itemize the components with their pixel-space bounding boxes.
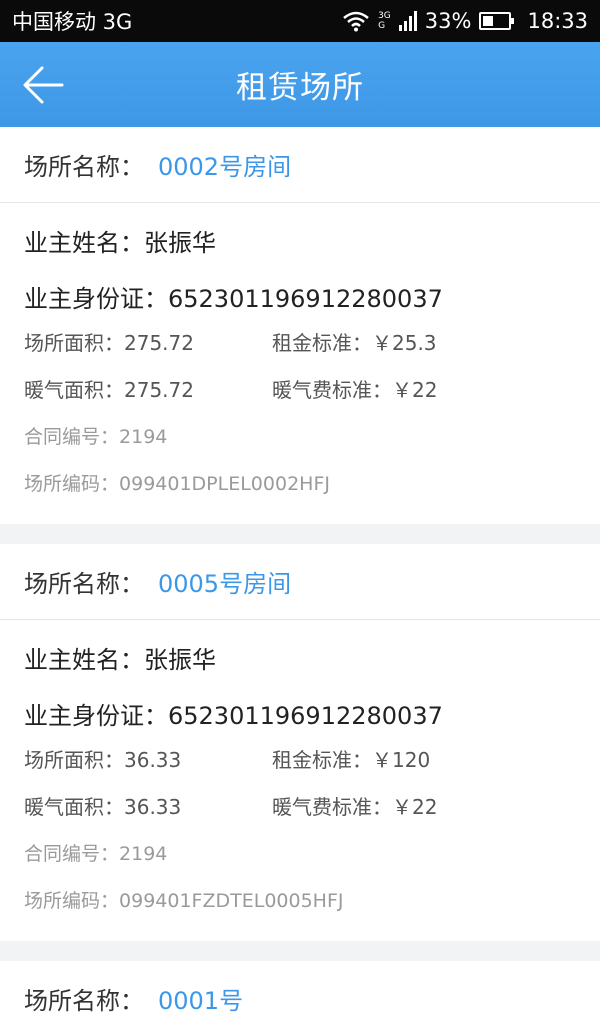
owner-id-value: 652301196912280037: [168, 702, 443, 730]
status-bar: 中国移动 3G 3G G 33% 18:33: [0, 0, 600, 42]
app-bar: 租赁场所: [0, 42, 600, 127]
area-label: 场所面积：: [24, 331, 124, 355]
contract-no-row: 合同编号：2194: [24, 423, 576, 451]
owner-id-value: 652301196912280037: [168, 285, 443, 313]
rental-place-list[interactable]: 场所名称： 0002号房间 业主姓名：张振华 业主身份证：65230119691…: [0, 127, 600, 1022]
card-body: 业主姓名：张振华 业主身份证：652301196912280037 场所面积：2…: [0, 203, 600, 524]
owner-name-value: 张振华: [144, 229, 216, 257]
area-rent-row: 场所面积：275.72 租金标准：￥25.3: [24, 329, 576, 357]
heating-area-field: 暖气面积：275.72: [24, 376, 272, 404]
owner-id-label: 业主身份证：: [24, 285, 168, 313]
card-header: 场所名称： 0005号房间: [0, 544, 600, 620]
heating-fee-value: ￥22: [392, 795, 438, 819]
place-code-value: 099401FZDTEL0005HFJ: [119, 890, 344, 912]
area-field: 场所面积：275.72: [24, 329, 272, 357]
signal-icon: [398, 11, 417, 31]
owner-name-row: 业主姓名：张振华: [24, 227, 576, 259]
owner-id-row: 业主身份证：652301196912280037: [24, 283, 576, 315]
place-code-label: 场所编码：: [24, 890, 120, 912]
back-button[interactable]: [20, 62, 66, 108]
owner-name-value: 张振华: [144, 646, 216, 674]
rent-standard-value: ￥25.3: [372, 331, 437, 355]
carrier-label: 中国移动 3G: [12, 10, 133, 34]
place-name-label: 场所名称：: [24, 153, 144, 181]
heating-fee-value: ￥22: [392, 378, 438, 402]
battery-fill: [483, 16, 493, 26]
rent-standard-field: 租金标准：￥120: [272, 746, 430, 774]
heating-fee-label: 暖气费标准：: [272, 378, 392, 402]
place-name-label: 场所名称：: [24, 987, 144, 1015]
area-rent-row: 场所面积：36.33 租金标准：￥120: [24, 746, 576, 774]
place-name-link[interactable]: 0005号房间: [158, 564, 291, 599]
card-header: 场所名称： 0001号: [0, 961, 600, 1022]
area-value: 275.72: [124, 331, 194, 355]
rent-standard-value: ￥120: [372, 748, 431, 772]
network-badge: 3G G: [378, 11, 391, 31]
heating-fee-label: 暖气费标准：: [272, 795, 392, 819]
place-code-label: 场所编码：: [24, 473, 120, 495]
place-name-link[interactable]: 0002号房间: [158, 147, 291, 182]
heating-row: 暖气面积：36.33 暖气费标准：￥22: [24, 793, 576, 821]
owner-name-label: 业主姓名：: [24, 646, 144, 674]
card-header: 场所名称： 0002号房间: [0, 127, 600, 203]
status-icons: 3G G 33% 18:33: [342, 9, 588, 33]
heating-area-value: 275.72: [124, 378, 194, 402]
area-value: 36.33: [124, 748, 182, 772]
owner-id-label: 业主身份证：: [24, 702, 168, 730]
place-name-label: 场所名称：: [24, 570, 144, 598]
owner-name-row: 业主姓名：张振华: [24, 644, 576, 676]
heating-fee-field: 暖气费标准：￥22: [272, 376, 437, 404]
place-card[interactable]: 场所名称： 0005号房间 业主姓名：张振华 业主身份证：65230119691…: [0, 544, 600, 941]
place-code-row: 场所编码：099401FZDTEL0005HFJ: [24, 887, 576, 915]
heating-row: 暖气面积：275.72 暖气费标准：￥22: [24, 376, 576, 404]
place-code-row: 场所编码：099401DPLEL0002HFJ: [24, 470, 576, 498]
contract-no-value: 2194: [119, 426, 168, 448]
rent-standard-field: 租金标准：￥25.3: [272, 329, 437, 357]
place-card[interactable]: 场所名称： 0002号房间 业主姓名：张振华 业主身份证：65230119691…: [0, 127, 600, 524]
card-body: 业主姓名：张振华 业主身份证：652301196912280037 场所面积：3…: [0, 620, 600, 941]
place-name-link[interactable]: 0001号: [158, 981, 243, 1016]
area-label: 场所面积：: [24, 748, 124, 772]
arrow-left-icon: [23, 66, 64, 104]
rent-standard-label: 租金标准：: [272, 331, 372, 355]
contract-no-row: 合同编号：2194: [24, 840, 576, 868]
page-title: 租赁场所: [236, 70, 364, 106]
owner-id-row: 业主身份证：652301196912280037: [24, 700, 576, 732]
rent-standard-label: 租金标准：: [272, 748, 372, 772]
heating-area-label: 暖气面积：: [24, 378, 124, 402]
contract-no-value: 2194: [119, 843, 168, 865]
heating-area-value: 36.33: [124, 795, 182, 819]
contract-no-label: 合同编号：: [24, 426, 120, 448]
heating-area-label: 暖气面积：: [24, 795, 124, 819]
place-card[interactable]: 场所名称： 0001号: [0, 961, 600, 1022]
area-field: 场所面积：36.33: [24, 746, 272, 774]
wifi-icon: [343, 11, 369, 32]
heating-fee-field: 暖气费标准：￥22: [272, 793, 437, 821]
contract-no-label: 合同编号：: [24, 843, 120, 865]
heating-area-field: 暖气面积：36.33: [24, 793, 272, 821]
battery-percent: 33%: [424, 9, 472, 33]
owner-name-label: 业主姓名：: [24, 229, 144, 257]
clock: 18:33: [527, 9, 588, 33]
place-code-value: 099401DPLEL0002HFJ: [119, 473, 330, 495]
battery-icon: [479, 12, 515, 30]
